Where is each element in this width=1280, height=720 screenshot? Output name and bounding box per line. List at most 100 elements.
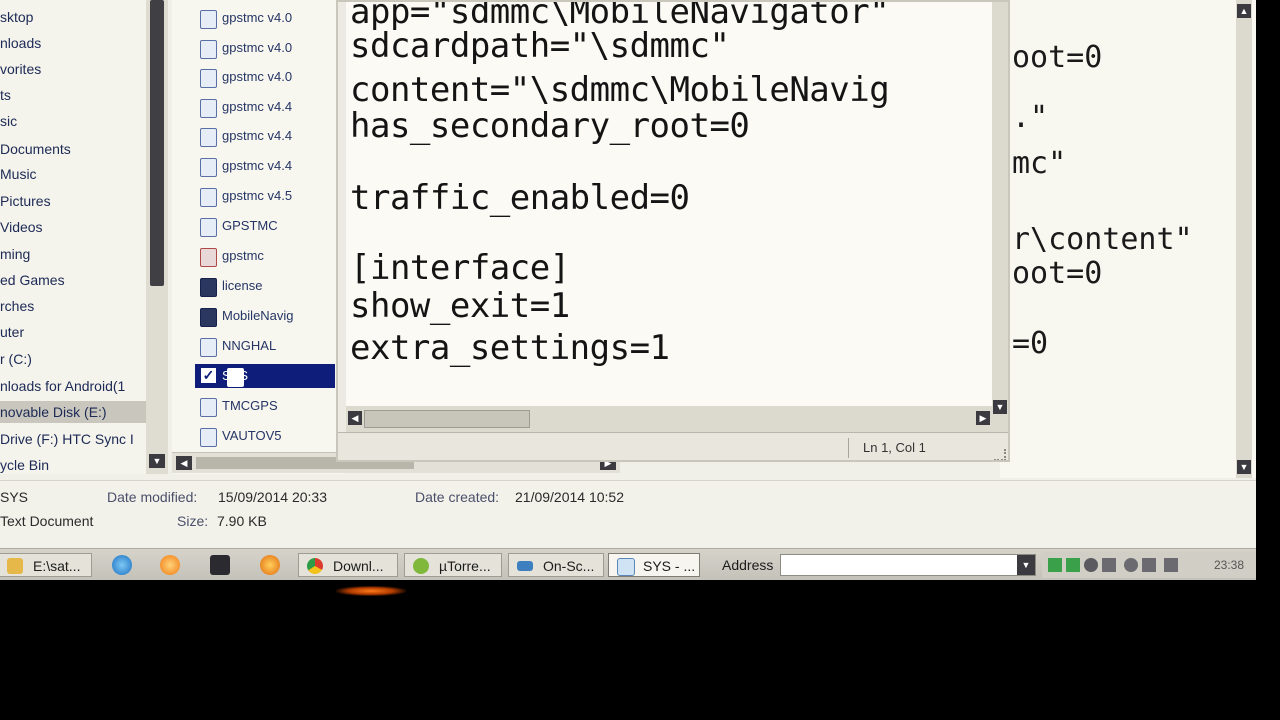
task-utorrent[interactable]: µTorre... [404,553,502,577]
volume-icon[interactable] [1084,558,1098,572]
file-item-selected[interactable]: ✓SYS [195,364,335,388]
file-item[interactable]: gpstmc v4.0 [200,36,293,60]
sync-icon[interactable] [1066,558,1080,572]
date-created-value: 21/09/2014 10:52 [515,489,624,505]
file-item[interactable]: gpstmc v4.4 [200,154,293,178]
nav-item[interactable]: Drive (F:) HTC Sync I [0,428,134,450]
clock[interactable]: 23:38 [1214,556,1244,574]
nav-item[interactable]: nloads for Android(1 [0,375,125,397]
document-icon [200,99,217,118]
scroll-down-arrow-icon[interactable]: ▼ [1237,460,1251,474]
file-item[interactable]: MobileNavig [200,304,294,328]
nav-item[interactable]: Music [0,163,37,185]
nav-item[interactable]: Documents [0,138,71,160]
application-icon [200,308,217,327]
address-label: Address [722,557,774,573]
file-item[interactable]: gpstmc v4.0 [200,6,293,30]
magnifier-icon[interactable] [210,555,230,575]
file-item[interactable]: license [200,274,262,298]
file-type: Text Document [0,513,94,529]
task-notepad[interactable]: SYS - ... [608,553,700,577]
task-onscreen-keyboard[interactable]: On-Sc... [508,553,604,577]
nav-item[interactable]: ts [0,84,11,106]
text-line: oot=0 [1012,256,1103,291]
text-line: mc" [1012,146,1067,181]
internet-explorer-icon[interactable] [112,555,132,575]
file-item[interactable]: VAUTOV5 [200,424,281,448]
network-icon[interactable] [1048,558,1062,572]
file-item[interactable]: TMCGPS [200,394,278,418]
task-label: SYS - ... [643,558,696,574]
code-line: extra_settings=1 [350,328,670,368]
nav-item[interactable]: nloads [0,32,41,54]
nav-item[interactable]: ed Games [0,269,65,291]
document-icon [200,188,217,207]
code-line: sdcardpath="\sdmmc" [350,26,730,66]
scroll-left-arrow-icon[interactable]: ◀ [176,456,192,470]
file-label: gpstmc v4.4 [222,158,293,173]
file-item[interactable]: gpstmc v4.4 [200,95,292,119]
task-label: µTorre... [439,558,491,574]
nav-item[interactable]: Videos [0,216,43,238]
file-item[interactable]: gpstmc v4.5 [200,184,292,208]
file-item[interactable]: gpstmc v4.0 [200,65,292,89]
nav-item[interactable]: uter [0,321,24,343]
nav-item[interactable]: ming [0,243,30,265]
nav-item[interactable]: Pictures [0,190,51,212]
document-icon [200,69,217,88]
nav-item[interactable]: rches [0,295,34,317]
nav-item[interactable]: r (C:) [0,348,32,370]
usb-icon[interactable] [1142,558,1156,572]
resize-grip-icon[interactable] [994,449,1006,460]
text-editor-area[interactable]: app="sdmmc\MobileNavigator" sdcardpath="… [346,2,992,406]
document-icon [200,10,217,29]
nav-scrollbar[interactable]: ▼ [146,0,168,474]
vertical-scrollbar[interactable]: ▲ ▼ [1236,0,1252,478]
scroll-thumb[interactable] [150,0,164,286]
file-item[interactable]: NNGHAL [200,334,276,358]
background-notepad-window[interactable]: oot=0 ." mc" r\content" oot=0 =0 ▲ ▼ [1000,0,1256,478]
horizontal-scrollbar[interactable]: ◀ ▶ [346,406,992,432]
nav-item[interactable]: sktop [0,6,33,28]
media-player-icon[interactable] [160,555,180,575]
scroll-down-arrow-icon[interactable]: ▼ [149,454,165,468]
vertical-scrollbar[interactable]: ▼ [992,2,1008,432]
app-shortcut-icon[interactable] [260,555,280,575]
file-name: SYS [0,489,29,505]
details-pane: SYS Text Document Date modified: 15/09/2… [0,480,1256,547]
chevron-down-icon[interactable]: ▼ [1017,555,1035,575]
task-explorer[interactable]: E:\sat... [0,553,92,577]
file-item[interactable]: GPSTMC [200,214,278,238]
power-icon[interactable] [1102,558,1116,572]
text-file-icon [200,338,217,357]
nav-item[interactable]: sic [0,110,17,132]
file-label: MobileNavig [222,308,294,323]
nav-item[interactable]: vorites [0,58,41,80]
scroll-right-arrow-icon[interactable]: ▶ [976,411,990,425]
nav-item-removable-disk[interactable]: novable Disk (E:) [0,401,146,423]
address-input[interactable]: ▼ [780,554,1036,576]
system-tray: 23:38 [1042,552,1256,578]
device-icon[interactable] [1124,558,1138,572]
text-file-icon [227,368,244,387]
taskbar: E:\sat... Downl... µTorre... On-Sc... SY… [0,548,1256,580]
file-item[interactable]: gpstmc [200,244,264,268]
monitor-power-led [336,586,406,596]
text-line: ." [1012,100,1049,135]
scroll-up-arrow-icon[interactable]: ▲ [1237,4,1251,18]
file-label: gpstmc v4.4 [222,128,293,143]
file-item[interactable]: gpstmc v4.4 [200,124,293,148]
nav-item[interactable]: ycle Bin [0,454,49,474]
text-file-icon [200,428,217,447]
date-created-label: Date created: [415,489,500,505]
file-label: gpstmc v4.0 [222,40,293,55]
display-icon[interactable] [1164,558,1178,572]
notepad-window[interactable]: app="sdmmc\MobileNavigator" sdcardpath="… [336,0,1010,462]
task-chrome[interactable]: Downl... [298,553,398,577]
checkbox-checked-icon[interactable]: ✓ [201,368,216,383]
scroll-down-arrow-icon[interactable]: ▼ [993,400,1007,414]
code-line: [interface] [350,248,570,288]
scroll-thumb[interactable] [364,410,530,428]
scroll-left-arrow-icon[interactable]: ◀ [348,411,362,425]
file-label: gpstmc v4.0 [222,10,293,25]
